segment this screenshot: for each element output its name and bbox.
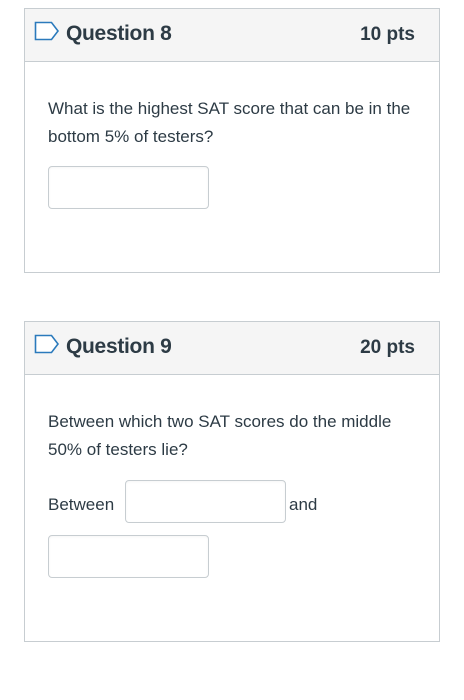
question-points: 10 pts (360, 24, 415, 45)
question-9-card: Question 9 20 pts Between which two SAT … (24, 321, 440, 642)
and-label: and (289, 495, 318, 514)
question-title: Question 8 (66, 22, 172, 45)
question-text: Between which two SAT scores do the midd… (48, 412, 392, 459)
question-8-card: Question 8 10 pts What is the highest SA… (24, 8, 440, 273)
between-label: Between (48, 495, 115, 514)
flag-question-icon[interactable] (34, 21, 60, 41)
lower-score-input[interactable] (125, 480, 286, 523)
question-points: 20 pts (360, 337, 415, 358)
question-9-header: Question 9 20 pts (25, 322, 439, 375)
question-8-header: Question 8 10 pts (25, 9, 439, 62)
question-text: What is the highest SAT score that can b… (48, 99, 411, 146)
upper-score-input[interactable] (48, 535, 209, 578)
flag-question-icon[interactable] (34, 334, 60, 354)
question-title: Question 9 (66, 335, 172, 358)
answer-input[interactable] (48, 166, 209, 209)
